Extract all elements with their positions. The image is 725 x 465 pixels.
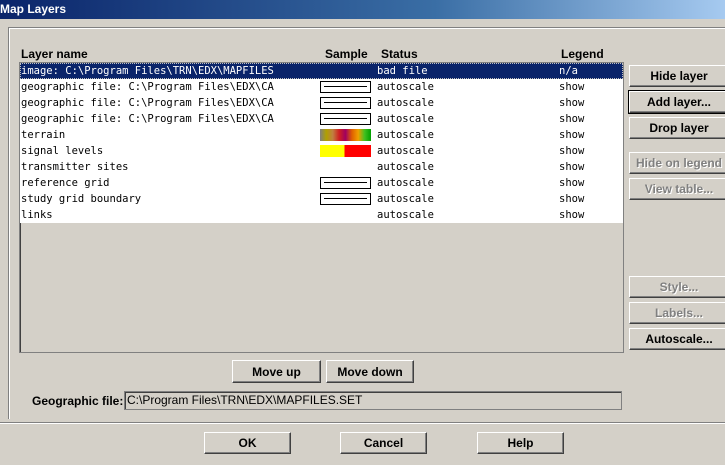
view-table-button[interactable]: View table... (629, 178, 725, 200)
layer-name: links (21, 209, 53, 221)
layer-status: autoscale (377, 129, 434, 141)
column-header-status: Status (381, 47, 418, 61)
signal-color-sample-icon (320, 145, 371, 157)
column-header-sample: Sample (325, 47, 368, 61)
column-header-layer-name: Layer name (21, 47, 88, 61)
layer-status: autoscale (377, 97, 434, 109)
layer-name: geographic file: C:\Program Files\EDX\CA (21, 97, 274, 109)
layer-row[interactable]: study grid boundary autoscale show (20, 191, 623, 207)
layer-name: image: C:\Program Files\TRN\EDX\MAPFILES (21, 65, 274, 77)
drop-layer-button[interactable]: Drop layer (629, 117, 725, 139)
layer-name: geographic file: C:\Program Files\EDX\CA (21, 81, 274, 93)
column-header-legend: Legend (561, 47, 604, 61)
layer-name: signal levels (21, 145, 104, 157)
layer-status: autoscale (377, 161, 434, 173)
line-sample-icon (320, 177, 371, 189)
layer-name: transmitter sites (21, 161, 129, 173)
layer-name: terrain (21, 129, 66, 141)
layer-rows: image: C:\Program Files\TRN\EDX\MAPFILES… (20, 63, 623, 223)
layer-status: bad file (377, 65, 428, 77)
style-button[interactable]: Style... (629, 276, 725, 298)
move-down-button[interactable]: Move down (326, 360, 414, 383)
help-button[interactable]: Help (477, 432, 564, 454)
terrain-color-sample-icon (320, 129, 371, 141)
geographic-file-field[interactable]: C:\Program Files\TRN\EDX\MAPFILES.SET (124, 391, 622, 410)
layer-row[interactable]: terrain autoscale show (20, 127, 623, 143)
line-sample-icon (320, 113, 371, 125)
hide-on-legend-button[interactable]: Hide on legend (629, 152, 725, 174)
layer-row[interactable]: signal levels autoscale show (20, 143, 623, 159)
layer-row[interactable]: geographic file: C:\Program Files\EDX\CA… (20, 79, 623, 95)
layer-row[interactable]: geographic file: C:\Program Files\EDX\CA… (20, 111, 623, 127)
layer-status: autoscale (377, 209, 434, 221)
layer-status: autoscale (377, 145, 434, 157)
layer-row[interactable]: image: C:\Program Files\TRN\EDX\MAPFILES… (20, 63, 623, 79)
layer-legend: show (559, 97, 585, 109)
layer-row[interactable]: links autoscale show (20, 207, 623, 223)
layer-name: study grid boundary (21, 193, 142, 205)
layer-legend: show (559, 209, 585, 221)
layer-row[interactable]: transmitter sites autoscale show (20, 159, 623, 175)
window-title: Map Layers (0, 2, 67, 16)
move-up-button[interactable]: Move up (232, 360, 321, 383)
layer-list[interactable]: image: C:\Program Files\TRN\EDX\MAPFILES… (19, 62, 624, 353)
layer-status: autoscale (377, 113, 434, 125)
line-sample-icon (320, 193, 371, 205)
layer-name: reference grid (21, 177, 110, 189)
add-layer-button[interactable]: Add layer... (628, 90, 725, 114)
geographic-file-label: Geographic file: (32, 394, 124, 408)
hide-layer-button[interactable]: Hide layer (629, 65, 725, 87)
layer-legend: show (559, 145, 585, 157)
labels-button[interactable]: Labels... (629, 302, 725, 324)
layer-row[interactable]: reference grid autoscale show (20, 175, 623, 191)
line-sample-icon (320, 81, 371, 93)
title-bar: Map Layers (0, 0, 725, 19)
layer-status: autoscale (377, 193, 434, 205)
layer-row[interactable]: geographic file: C:\Program Files\EDX\CA… (20, 95, 623, 111)
layer-legend: show (559, 129, 585, 141)
layer-status: autoscale (377, 177, 434, 189)
layer-legend: show (559, 81, 585, 93)
ok-button[interactable]: OK (204, 432, 291, 454)
line-sample-icon (320, 97, 371, 109)
autoscale-button[interactable]: Autoscale... (629, 328, 725, 350)
layer-legend: show (559, 113, 585, 125)
layer-legend: show (559, 193, 585, 205)
layer-legend: n/a (559, 65, 578, 77)
cancel-button[interactable]: Cancel (340, 432, 427, 454)
footer-separator (0, 422, 725, 424)
layer-name: geographic file: C:\Program Files\EDX\CA (21, 113, 274, 125)
layer-legend: show (559, 177, 585, 189)
layer-status: autoscale (377, 81, 434, 93)
layer-legend: show (559, 161, 585, 173)
